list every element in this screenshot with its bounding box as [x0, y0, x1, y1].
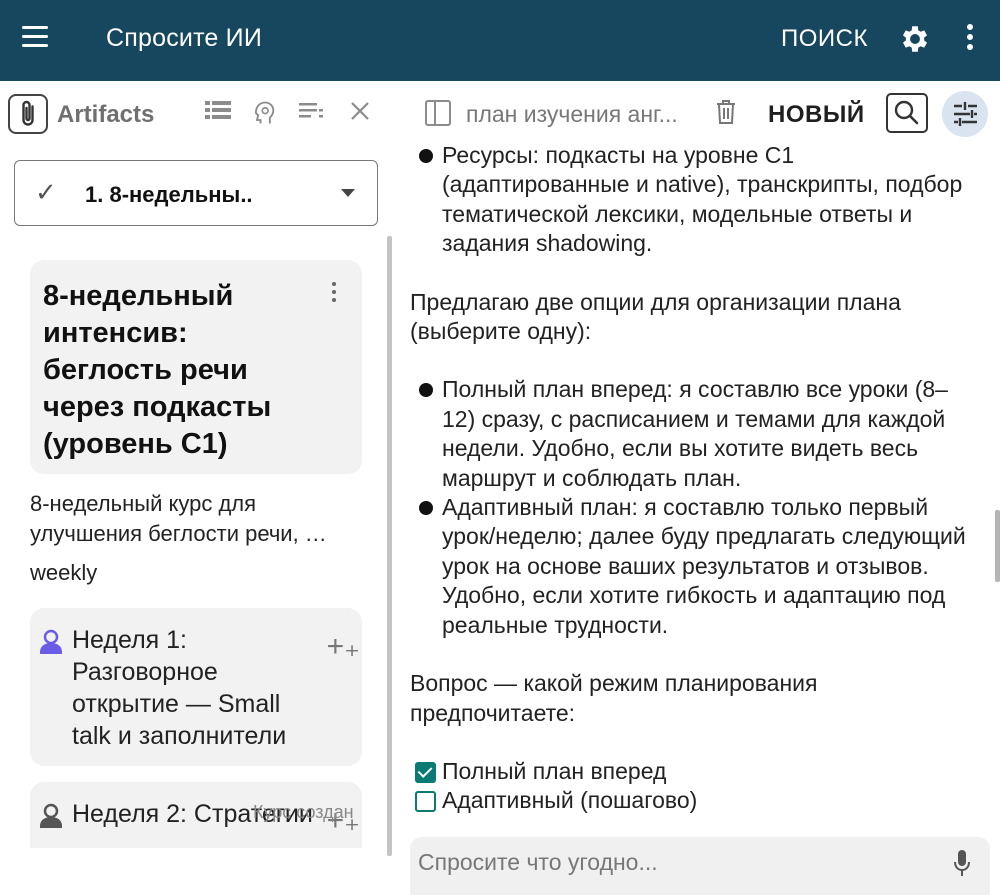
- option-adaptive-bullet: Адаптивный план: я составлю только первы…: [410, 493, 980, 640]
- chat-scroll-area[interactable]: Ресурсы: подкасты на уровне C1 (адаптиро…: [393, 141, 1000, 824]
- checkbox-checked[interactable]: [415, 761, 436, 783]
- person-icon: [40, 629, 62, 654]
- more-vert-icon[interactable]: [960, 24, 980, 56]
- question-text: Вопрос — какой режим планирования предпо…: [410, 670, 818, 726]
- new-chat-button[interactable]: НОВЫЙ: [768, 101, 865, 129]
- assistant-message: Ресурсы: подкасты на уровне C1 (адаптиро…: [410, 141, 980, 816]
- choice-full[interactable]: Полный план вперед: [410, 757, 980, 786]
- add-icon[interactable]: +₊: [327, 632, 360, 662]
- check-icon: ✓: [35, 177, 57, 207]
- week-label: Неделя 1: Разговорное открытие — Small t…: [72, 626, 287, 750]
- option-full-bullet: Полный план вперед: я составлю все уроки…: [410, 375, 980, 493]
- microphone-icon[interactable]: [954, 848, 970, 880]
- tune-button[interactable]: [942, 91, 988, 137]
- chat-input[interactable]: Спросите что угодно...: [410, 837, 990, 895]
- search-button[interactable]: [886, 93, 928, 133]
- course-title-card: 8-недельный интенсив: беглость речи чере…: [30, 260, 362, 474]
- course-title: 8-недельный интенсив: беглость речи чере…: [43, 280, 272, 460]
- resources-bullet: Ресурсы: подкасты на уровне C1 (адаптиро…: [410, 141, 980, 259]
- gear-icon[interactable]: [898, 22, 932, 56]
- scrollbar[interactable]: [387, 236, 392, 856]
- choice-adaptive[interactable]: Адаптивный (пошагово): [410, 786, 980, 815]
- brain-icon[interactable]: [250, 99, 278, 127]
- app-title: Спросите ИИ: [106, 24, 263, 52]
- sidebar-toggle-icon[interactable]: [425, 100, 451, 126]
- scrollbar[interactable]: [995, 510, 1000, 582]
- trash-icon[interactable]: [715, 99, 737, 125]
- checkbox-unchecked[interactable]: [415, 791, 436, 813]
- more-vert-icon[interactable]: [332, 282, 338, 306]
- artifacts-label: Artifacts: [57, 101, 155, 128]
- artifact-content[interactable]: 8-недельный интенсив: беглость речи чере…: [0, 236, 393, 848]
- menu-icon[interactable]: [22, 26, 52, 52]
- course-description: 8-недельный курс для улучшения беглости …: [30, 491, 327, 546]
- close-icon[interactable]: [346, 99, 374, 127]
- footer-note: Курс создан: [253, 802, 354, 822]
- chat-panel: план изучения анг... НОВЫЙ Ресурсы: подк…: [393, 81, 1000, 895]
- options-intro: Предлагаю две опции для организации план…: [410, 288, 901, 345]
- artifact-select[interactable]: ✓ 1. 8-недельны..: [14, 160, 378, 226]
- search-button[interactable]: ПОИСК: [781, 25, 868, 53]
- tune-icon: [954, 102, 977, 126]
- app-bar: Спросите ИИ ПОИСК: [0, 0, 1000, 81]
- choice-adaptive-label: Адаптивный (пошагово): [442, 787, 698, 814]
- week-card[interactable]: Неделя 1: Разговорное открытие — Small t…: [30, 608, 362, 766]
- person-icon: [40, 803, 62, 828]
- list-icon[interactable]: [204, 99, 232, 127]
- search-icon: [894, 100, 919, 125]
- artifact-select-value: 1. 8-недельны..: [85, 182, 253, 207]
- artifacts-panel: Artifacts ✓ 1. 8-недельны.. 8-недельный …: [0, 81, 393, 895]
- paperclip-icon[interactable]: [8, 94, 48, 134]
- choice-full-label: Полный план вперед: [442, 757, 667, 784]
- notes-icon[interactable]: [297, 99, 325, 127]
- chevron-down-icon: [341, 189, 355, 197]
- conversation-title[interactable]: план изучения анг...: [466, 101, 678, 128]
- chat-input-placeholder: Спросите что угодно...: [418, 849, 658, 875]
- course-frequency: weekly: [30, 560, 98, 585]
